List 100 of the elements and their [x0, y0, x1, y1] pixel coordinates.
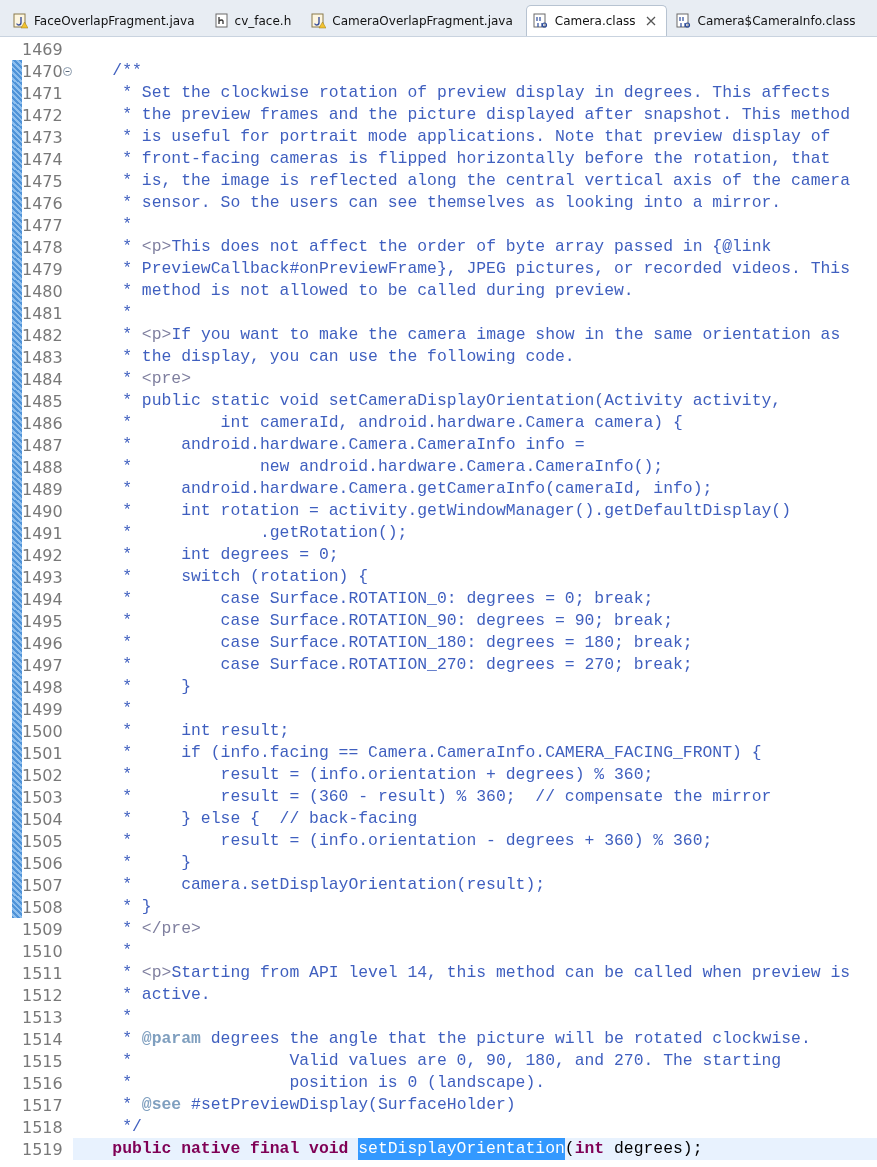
- line-number: 1499: [22, 699, 62, 719]
- tab-label: FaceOverlapFragment.java: [34, 14, 195, 28]
- line-number: 1511: [22, 963, 62, 983]
- line-number: 1490: [22, 501, 62, 521]
- collapse-icon[interactable]: [63, 66, 72, 76]
- line-number: 1485: [22, 391, 62, 411]
- line-number: 1471: [22, 83, 62, 103]
- code-line: * }: [121, 896, 153, 918]
- line-number: 1503: [22, 787, 62, 807]
- java-file-warning-icon: [311, 13, 327, 29]
- code-line: * Set the clockwise rotation of preview display in degrees. This affects: [121, 82, 832, 104]
- code-line: * android.hardware.Camera.CameraInfo info =: [121, 434, 586, 456]
- code-line: * method is not allowed to be called during preview.: [121, 280, 635, 302]
- line-number: 1476: [22, 193, 62, 213]
- code-line: * </pre>: [121, 918, 202, 940]
- line-number: 1493: [22, 567, 62, 587]
- code-line: * result = (info.orientation + degrees) % 360;: [121, 764, 655, 786]
- tab-label: CameraOverlapFragment.java: [332, 14, 513, 28]
- code-line: * case Surface.ROTATION_0: degrees = 0; break;: [121, 588, 655, 610]
- line-number: 1517: [22, 1095, 62, 1115]
- code-line: * result = (360 - result) % 360; // compensate the mirror: [121, 786, 773, 808]
- code-line: * if (info.facing == Camera.CameraInfo.CAMERA_FACING_FRONT) {: [121, 742, 763, 764]
- editor-tab[interactable]: Camera.class: [525, 5, 667, 36]
- line-number: 1474: [22, 149, 62, 169]
- code-line: * <p>Starting from API level 14, this method can be called when preview is: [121, 962, 852, 984]
- code-line: * switch (rotation) {: [121, 566, 370, 588]
- code-line: * public static void setCameraDisplayOrientation(Activity activity,: [121, 390, 783, 412]
- line-number: 1478: [22, 237, 62, 257]
- line-number: 1479: [22, 259, 62, 279]
- line-number: 1495: [22, 611, 62, 631]
- header-file-icon: [214, 13, 229, 29]
- line-number: 1512: [22, 985, 62, 1005]
- code-line: *: [121, 940, 134, 962]
- code-line: * android.hardware.Camera.getCameraInfo(cameraId, info);: [121, 478, 714, 500]
- line-number: 1472: [22, 105, 62, 125]
- line-number: 1482: [22, 325, 62, 345]
- code-line: */: [121, 1116, 143, 1138]
- line-number: 1486: [22, 413, 62, 433]
- line-number: 1497: [22, 655, 62, 675]
- editor-tab[interactable]: Camera$CameraInfo.class: [668, 5, 867, 36]
- code-line: * int degrees = 0;: [121, 544, 340, 566]
- line-number: 1491: [22, 523, 62, 543]
- code-line: * } else { // back-facing: [121, 808, 419, 830]
- code-line: * is useful for portrait mode applications. Note that preview display of: [121, 126, 832, 148]
- code-line: * <p>If you want to make the camera image show in the same orientation as: [121, 324, 842, 346]
- line-number: 1480: [22, 281, 62, 301]
- code-line: * Valid values are 0, 90, 180, and 270. The starting: [121, 1050, 783, 1072]
- line-number: 1477: [22, 215, 62, 235]
- tab-label: Camera.class: [554, 14, 636, 28]
- code-line: * }: [121, 676, 193, 698]
- editor-tab[interactable]: CameraOverlapFragment.java: [304, 5, 524, 36]
- code-line: * <pre>: [121, 368, 193, 390]
- line-number: 1498: [22, 677, 62, 697]
- line-number: 1487: [22, 435, 62, 455]
- code-line: * the preview frames and the picture displayed after snapshot. This method: [121, 104, 852, 126]
- code-line: * is, the image is reflected along the central vertical axis of the camera: [121, 170, 852, 192]
- line-number: 1509: [22, 919, 62, 939]
- java-file-warning-icon: [13, 13, 28, 29]
- line-number: 1504: [22, 809, 62, 829]
- close-icon[interactable]: [645, 16, 656, 26]
- code-line: * the display, you can use the following code.: [121, 346, 576, 368]
- line-number: 1481: [22, 303, 62, 323]
- editor-tab[interactable]: FaceOverlapFragment.java: [6, 5, 206, 36]
- code-line: * position is 0 (landscape).: [121, 1072, 547, 1094]
- line-number: 1496: [22, 633, 62, 653]
- line-number: 1508: [22, 897, 62, 917]
- line-number: 1475: [22, 171, 62, 191]
- tab-label: cv_face.h: [234, 14, 292, 28]
- line-number: 1473: [22, 127, 62, 147]
- line-number: 1516: [22, 1073, 62, 1093]
- code-line: * PreviewCallback#onPreviewFrame}, JPEG pictures, or recorded videos. This: [121, 258, 852, 280]
- code-line: * case Surface.ROTATION_90: degrees = 90; break;: [121, 610, 674, 632]
- code-line: * @see #setPreviewDisplay(SurfaceHolder): [121, 1094, 517, 1116]
- line-number: 1519: [22, 1139, 62, 1159]
- code-line: * new android.hardware.Camera.CameraInfo();: [121, 456, 665, 478]
- line-number: 1501: [22, 743, 62, 763]
- editor-tab[interactable]: cv_face.h: [207, 5, 303, 36]
- line-number: 1502: [22, 765, 62, 785]
- line-number: 1506: [22, 853, 62, 873]
- code-line: * }: [121, 852, 193, 874]
- line-number: 1500: [22, 721, 62, 741]
- code-line: * int rotation = activity.getWindowManager().getDefaultDisplay(): [121, 500, 793, 522]
- line-number: 1505: [22, 831, 62, 851]
- code-line: /**: [111, 60, 143, 82]
- code-line: * .getRotation();: [121, 522, 409, 544]
- code-line: *: [121, 214, 134, 236]
- line-number: 1483: [22, 347, 62, 367]
- line-number: 1484: [22, 369, 62, 389]
- line-number: 1510: [22, 941, 62, 961]
- line-number: 1507: [22, 875, 62, 895]
- line-number: 1488: [22, 457, 62, 477]
- code-line: * active.: [121, 984, 212, 1006]
- code-line: * camera.setDisplayOrientation(result);: [121, 874, 547, 896]
- code-line: * int result;: [121, 720, 291, 742]
- line-number: 1470: [22, 61, 62, 81]
- code-line: * <p>This does not affect the order of byte array passed in {@link: [121, 236, 773, 258]
- line-number: 1518: [22, 1117, 62, 1137]
- tab-label: Camera$CameraInfo.class: [697, 14, 856, 28]
- code-line: * int cameraId, android.hardware.Camera camera) {: [121, 412, 684, 434]
- code-line: * sensor. So the users can see themselves as looking into a mirror.: [121, 192, 783, 214]
